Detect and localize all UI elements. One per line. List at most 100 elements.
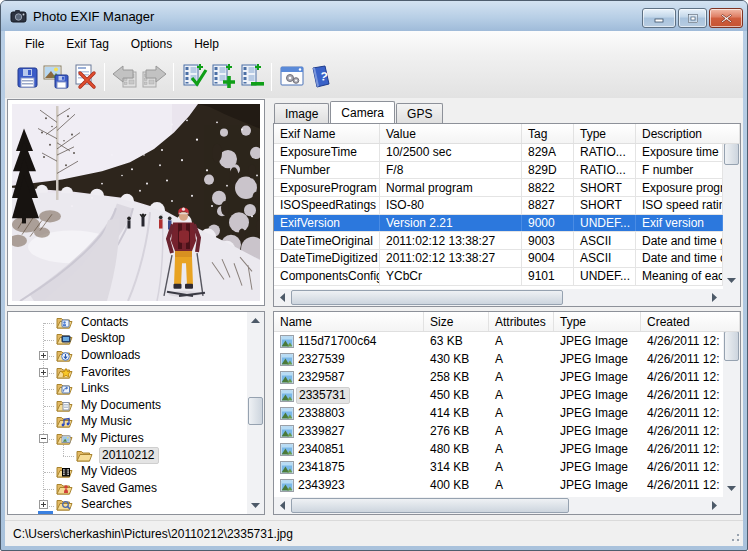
tree-item-my-pictures[interactable]: My Pictures bbox=[8, 430, 247, 447]
exif-column-header[interactable]: Tag bbox=[522, 124, 574, 143]
exif-column-header[interactable]: Type bbox=[574, 124, 636, 143]
tree-item-contacts[interactable]: Contacts bbox=[8, 314, 247, 331]
file-column-header[interactable]: Attributes bbox=[489, 312, 554, 331]
file-cell: 400 KB bbox=[424, 476, 489, 494]
delete-exif-button[interactable] bbox=[71, 61, 99, 93]
file-column-header[interactable]: Size bbox=[424, 312, 489, 331]
tab-gps[interactable]: GPS bbox=[396, 103, 443, 123]
save-button[interactable] bbox=[13, 61, 41, 93]
scroll-thumb[interactable] bbox=[724, 331, 739, 361]
scroll-down-button[interactable] bbox=[723, 480, 740, 497]
expand-icon[interactable] bbox=[39, 368, 48, 377]
exif-row-fnumber[interactable]: FNumberF/8829DRATIO...F number bbox=[274, 162, 723, 180]
save-image-button[interactable] bbox=[42, 61, 70, 93]
exif-check-button[interactable] bbox=[180, 61, 208, 93]
exif-row-datetimeoriginal[interactable]: DateTimeOriginal2011:02:12 13:38:279003A… bbox=[274, 232, 723, 250]
exif-cell: FNumber bbox=[274, 162, 380, 179]
scroll-right-button[interactable] bbox=[706, 497, 723, 514]
expand-icon[interactable] bbox=[39, 351, 48, 360]
file-cell: JPEG Image bbox=[554, 404, 641, 422]
file-name: 2339827 bbox=[298, 424, 345, 438]
file-column-header[interactable]: Name bbox=[274, 312, 424, 331]
file-cell: A bbox=[489, 422, 554, 440]
tree-item-saved-games[interactable]: Saved Games bbox=[8, 480, 247, 497]
image-file-icon bbox=[280, 425, 294, 438]
file-row-2339827[interactable]: 2339827276 KBAJPEG Image4/26/2011 12: bbox=[274, 422, 723, 440]
file-row-2335731[interactable]: 2335731450 KBAJPEG Image4/26/2011 12: bbox=[274, 386, 723, 404]
file-cell: 4/26/2011 12: bbox=[641, 458, 723, 476]
menu-file[interactable]: File bbox=[14, 33, 55, 55]
scroll-thumb[interactable] bbox=[291, 290, 563, 305]
scroll-left-button[interactable] bbox=[274, 289, 291, 306]
exif-row-isospeedratings[interactable]: ISOSpeedRatingsISO-808827SHORTISO speed … bbox=[274, 197, 723, 215]
collapse-icon[interactable] bbox=[39, 434, 48, 443]
tab-camera[interactable]: Camera bbox=[330, 101, 395, 123]
file-name: 2335731 bbox=[296, 387, 350, 404]
menubar: FileExif TagOptionsHelp bbox=[5, 31, 743, 56]
files-horizontal-scrollbar[interactable] bbox=[274, 497, 723, 514]
tree-item-my-videos[interactable]: My Videos bbox=[8, 463, 247, 480]
scroll-down-button[interactable] bbox=[723, 272, 740, 289]
exif-vertical-scrollbar[interactable] bbox=[723, 124, 740, 289]
file-row-2340851[interactable]: 2340851480 KBAJPEG Image4/26/2011 12: bbox=[274, 440, 723, 458]
tab-image[interactable]: Image bbox=[274, 103, 329, 123]
exif-row-exposuretime[interactable]: ExposureTime10/2500 sec829ARATIO...Expos… bbox=[274, 144, 723, 162]
scroll-left-button[interactable] bbox=[274, 497, 291, 514]
tree-item-links[interactable]: Links bbox=[8, 380, 247, 397]
close-button[interactable] bbox=[709, 8, 743, 28]
file-row-2329587[interactable]: 2329587258 KBAJPEG Image4/26/2011 12: bbox=[274, 368, 723, 386]
file-name: 2338803 bbox=[298, 406, 345, 420]
back-button[interactable] bbox=[111, 61, 139, 93]
scroll-down-button[interactable] bbox=[247, 497, 264, 514]
tree-item-favorites[interactable]: Favorites bbox=[8, 364, 247, 381]
scroll-up-button[interactable] bbox=[247, 312, 264, 329]
image-file-icon bbox=[280, 335, 294, 348]
tree-item-20110212[interactable]: 20110212 bbox=[8, 447, 247, 464]
maximize-button[interactable] bbox=[678, 8, 707, 28]
tree-item-my-music[interactable]: My Music bbox=[8, 414, 247, 431]
file-column-header[interactable]: Type bbox=[554, 312, 641, 331]
exif-column-header[interactable]: Description bbox=[636, 124, 740, 143]
tree-item-label: My Pictures bbox=[79, 431, 147, 446]
resize-grip[interactable] bbox=[728, 530, 741, 543]
tree-item-downloads[interactable]: Downloads bbox=[8, 347, 247, 364]
tree-item-searches[interactable]: Searches bbox=[8, 497, 247, 514]
toolbar-separator bbox=[104, 63, 105, 91]
file-row-2341875[interactable]: 2341875314 KBAJPEG Image4/26/2011 12: bbox=[274, 458, 723, 476]
exif-cell: ASCII bbox=[574, 232, 636, 249]
options-window-button[interactable] bbox=[278, 61, 306, 93]
exif-column-header[interactable]: Exif Name bbox=[274, 124, 380, 143]
exif-row-exifversion[interactable]: ExifVersionVersion 2.219000UNDEF...Exif … bbox=[274, 215, 723, 233]
scroll-thumb[interactable] bbox=[724, 143, 739, 165]
scroll-right-button[interactable] bbox=[706, 289, 723, 306]
exif-row-datetimedigitized[interactable]: DateTimeDigitized2011:02:12 13:38:279004… bbox=[274, 250, 723, 268]
menu-options[interactable]: Options bbox=[120, 33, 183, 55]
exif-row-exposureprogram[interactable]: ExposureProgramNormal program8822SHORTEx… bbox=[274, 179, 723, 197]
forward-button[interactable] bbox=[140, 61, 168, 93]
file-row-2343923[interactable]: 2343923400 KBAJPEG Image4/26/2011 12: bbox=[274, 476, 723, 494]
tree-item-label: Downloads bbox=[79, 348, 143, 363]
exif-add-button[interactable] bbox=[209, 61, 237, 93]
file-row-2338803[interactable]: 2338803414 KBAJPEG Image4/26/2011 12: bbox=[274, 404, 723, 422]
file-row-115d71700c64[interactable]: 115d71700c6463 KBAJPEG Image4/26/2011 12… bbox=[274, 332, 723, 350]
file-column-header[interactable]: Created bbox=[641, 312, 740, 331]
file-cell: A bbox=[489, 476, 554, 494]
file-row-2327539[interactable]: 2327539430 KBAJPEG Image4/26/2011 12: bbox=[274, 350, 723, 368]
exif-remove-button[interactable] bbox=[238, 61, 266, 93]
downloads-icon bbox=[56, 348, 73, 363]
files-vertical-scrollbar[interactable] bbox=[723, 312, 740, 497]
exif-column-header[interactable]: Value bbox=[380, 124, 522, 143]
menu-exif-tag[interactable]: Exif Tag bbox=[55, 33, 119, 55]
menu-help[interactable]: Help bbox=[183, 33, 230, 55]
expand-icon[interactable] bbox=[39, 500, 48, 509]
exif-horizontal-scrollbar[interactable] bbox=[274, 289, 723, 306]
tree-item-my-documents[interactable]: My Documents bbox=[8, 397, 247, 414]
app-icon bbox=[10, 9, 27, 24]
minimize-button[interactable] bbox=[642, 8, 676, 28]
help-book-button[interactable]: ? bbox=[307, 61, 335, 93]
scroll-thumb[interactable] bbox=[291, 498, 569, 513]
exif-row-componentsconfig[interactable]: ComponentsConfig...YCbCr9101UNDEF...Mean… bbox=[274, 268, 723, 286]
scroll-thumb[interactable] bbox=[248, 397, 263, 425]
tree-vertical-scrollbar[interactable] bbox=[247, 312, 264, 514]
tree-item-desktop[interactable]: Desktop bbox=[8, 331, 247, 348]
